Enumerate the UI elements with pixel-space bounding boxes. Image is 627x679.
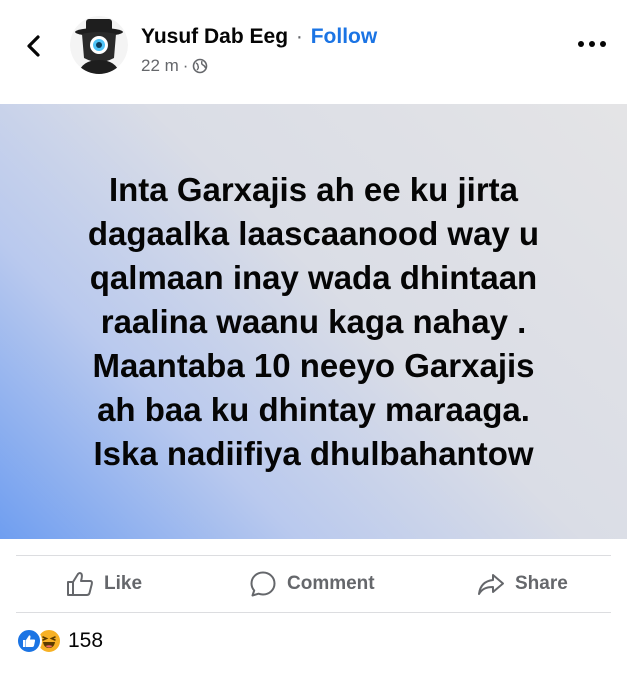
author-name[interactable]: Yusuf Dab Eeg — [141, 25, 288, 48]
thumbs-up-icon — [67, 572, 93, 596]
post-line: Iska nadiifiya dhulbahantow — [93, 434, 534, 472]
comment-label: Comment — [287, 573, 375, 594]
reaction-count: 158 — [68, 629, 104, 652]
like-label: Like — [104, 573, 143, 594]
divider-bottom — [16, 612, 611, 613]
more-dots-icon — [578, 41, 606, 47]
chevron-left-icon — [27, 35, 40, 57]
separator-dot: · — [295, 25, 303, 48]
share-button[interactable]: Share — [477, 556, 568, 612]
post-header: Yusuf Dab Eeg · Follow 22 m · — [0, 0, 627, 104]
hooded-eye-avatar-icon — [70, 16, 128, 74]
share-arrow-icon — [478, 574, 504, 595]
comment-bubble-icon — [250, 571, 276, 597]
action-bar: Like Comment Share — [0, 556, 627, 612]
reaction-summary[interactable]: 158 — [16, 627, 103, 655]
post-line: dagaalka laascaanood way u — [87, 214, 540, 252]
meta-separator: · — [182, 56, 189, 75]
like-button[interactable]: Like — [66, 556, 142, 612]
globe-icon — [193, 58, 208, 74]
back-button[interactable] — [18, 30, 50, 62]
post-line: Maantaba 10 neeyo Garxajis — [92, 346, 535, 384]
post-line: Inta Garxajis ah ee ku jirta — [108, 170, 519, 208]
follow-button[interactable]: Follow — [311, 25, 378, 48]
author-row: Yusuf Dab Eeg · Follow — [141, 24, 377, 50]
post-text-card[interactable]: Inta Garxajis ah ee ku jirta dagaalka la… — [0, 104, 627, 539]
comment-button[interactable]: Comment — [249, 556, 375, 612]
post-text: Inta Garxajis ah ee ku jirta dagaalka la… — [34, 168, 594, 476]
more-options-button[interactable] — [574, 32, 610, 56]
post-meta: 22 m · — [141, 55, 208, 77]
share-label: Share — [515, 573, 568, 594]
post-line: raalina waanu kaga nahay . — [100, 302, 527, 340]
like-reaction-icon — [16, 628, 42, 654]
avatar[interactable] — [70, 16, 128, 74]
timestamp[interactable]: 22 m — [141, 55, 179, 77]
post-line: qalmaan inay wada dhintaan — [89, 258, 538, 296]
post-line: ah baa ku dhintay maraaga. — [97, 390, 530, 428]
